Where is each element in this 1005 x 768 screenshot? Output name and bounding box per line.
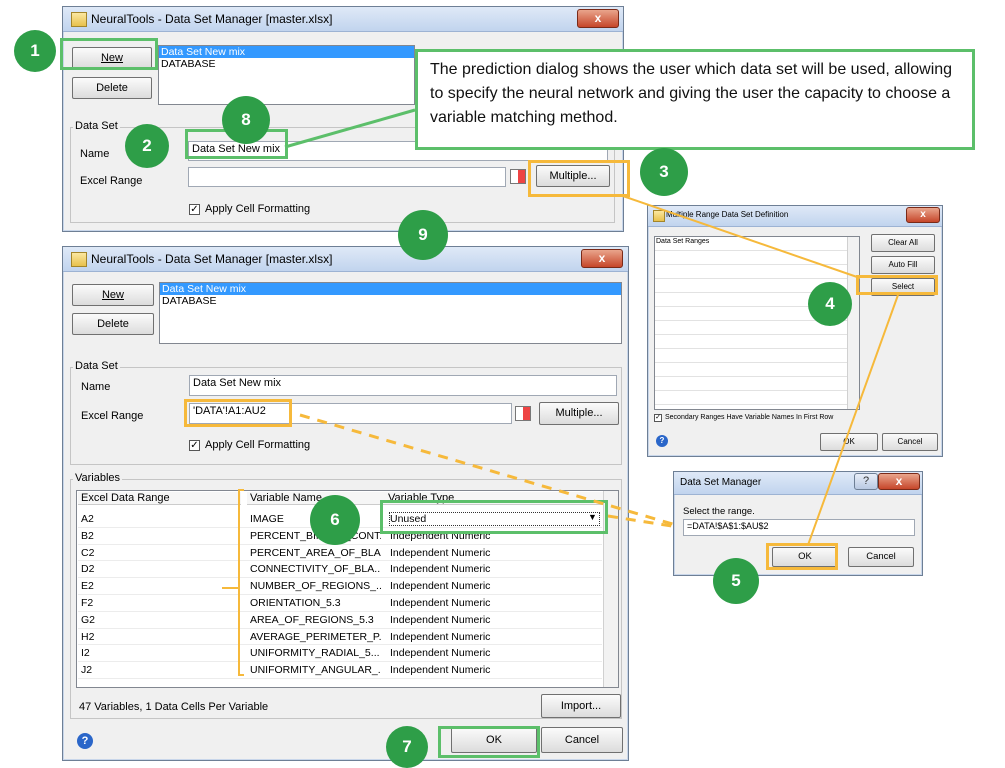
step-6-badge: 6 xyxy=(310,495,360,545)
step-2-badge: 2 xyxy=(125,124,169,168)
step-9-badge: 9 xyxy=(398,210,448,260)
step-1-badge: 1 xyxy=(14,30,56,72)
arrow-multiple-to-select xyxy=(619,194,861,279)
step-7-badge: 7 xyxy=(386,726,428,768)
arrow-select-to-dialog xyxy=(807,294,899,546)
annotation-arrows xyxy=(284,108,899,546)
step-4-badge: 4 xyxy=(808,282,852,326)
step-3-badge: 3 xyxy=(640,148,688,196)
arrow-callout xyxy=(284,108,416,149)
step-5-badge: 5 xyxy=(713,558,759,604)
step-8-badge: 8 xyxy=(222,96,270,144)
